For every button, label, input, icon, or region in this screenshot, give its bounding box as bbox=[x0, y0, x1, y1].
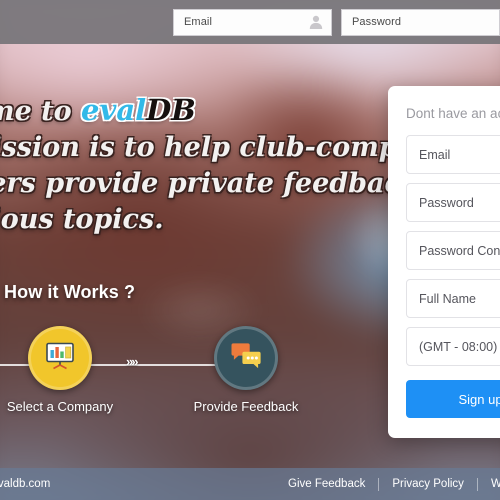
footer-link-website[interactable]: Website bbox=[491, 478, 500, 490]
chevron-right-arrows-icon: »» bbox=[126, 354, 139, 369]
register-full-name-field[interactable]: Full Name bbox=[406, 279, 500, 318]
page-footer: www.evaldb.com Give Feedback Privacy Pol… bbox=[0, 468, 500, 500]
step-1-label: Select a Company bbox=[6, 399, 114, 414]
footer-divider-1 bbox=[378, 477, 380, 491]
register-timezone-select[interactable]: (GMT - 08:00) Pacific Time (US & Canada) bbox=[406, 327, 500, 366]
step-2-label: Provide Feedback bbox=[193, 399, 299, 414]
hero-line-1: Welcome to evalDB bbox=[0, 92, 316, 130]
step-select-a-company[interactable]: Select a Company bbox=[0, 326, 120, 414]
register-timezone-value: (GMT - 08:00) Pacific Time (US & Canada) bbox=[419, 339, 500, 354]
register-password-placeholder: Password bbox=[419, 195, 474, 210]
topbar-password-field[interactable]: Password bbox=[341, 8, 500, 36]
register-email-placeholder: Email bbox=[419, 147, 451, 162]
registration-card: Dont have an account? Register Email Pas… bbox=[388, 86, 500, 438]
brand-logo-eval: eval bbox=[81, 93, 147, 127]
topbar-password-placeholder: Password bbox=[352, 16, 402, 28]
how-it-works-steps: »» Select a Company Provide Feedback bbox=[0, 326, 328, 426]
hero-line-4: on various topics. bbox=[0, 204, 164, 235]
footer-links: Give Feedback Privacy Policy Website bbox=[288, 477, 500, 491]
register-email-field[interactable]: Email bbox=[406, 135, 500, 174]
hero-line-2: Our mission is to help club-company bbox=[0, 132, 451, 163]
how-it-works-title: How it Works ? bbox=[4, 282, 136, 302]
topbar-email-placeholder: Email bbox=[184, 16, 213, 28]
presentation-chart-icon bbox=[45, 342, 75, 375]
brand-logo-db: DB bbox=[146, 93, 196, 127]
hero-copy: Welcome to evalDB Our mission is to help… bbox=[0, 92, 451, 238]
footer-link-give-feedback[interactable]: Give Feedback bbox=[288, 478, 365, 490]
topbar-email-field[interactable]: Email bbox=[173, 8, 332, 36]
person-icon bbox=[309, 15, 323, 30]
footer-site-url: www.evaldb.com bbox=[0, 478, 51, 490]
register-full-name-placeholder: Full Name bbox=[419, 291, 476, 306]
step-provide-feedback[interactable]: Provide Feedback bbox=[186, 326, 306, 414]
registration-heading: Dont have an account? Register bbox=[406, 106, 500, 121]
register-password-confirmation-field[interactable]: Password Confirmation bbox=[406, 231, 500, 270]
speech-bubbles-icon bbox=[230, 342, 262, 375]
hero-line-3: members provide private feedback bbox=[0, 168, 420, 199]
step-1-circle bbox=[28, 326, 92, 390]
footer-link-privacy-policy[interactable]: Privacy Policy bbox=[392, 478, 464, 490]
hero-welcome-text: Welcome to bbox=[0, 96, 72, 127]
register-password-confirmation-placeholder: Password Confirmation bbox=[419, 243, 500, 258]
register-password-field[interactable]: Password bbox=[406, 183, 500, 222]
page-root: Email Password Welcome to evalDB Our mis… bbox=[0, 0, 500, 500]
step-2-circle bbox=[214, 326, 278, 390]
footer-divider-2 bbox=[476, 477, 478, 491]
top-login-bar: Email Password bbox=[0, 0, 500, 44]
register-signup-button[interactable]: Sign up bbox=[406, 380, 500, 418]
